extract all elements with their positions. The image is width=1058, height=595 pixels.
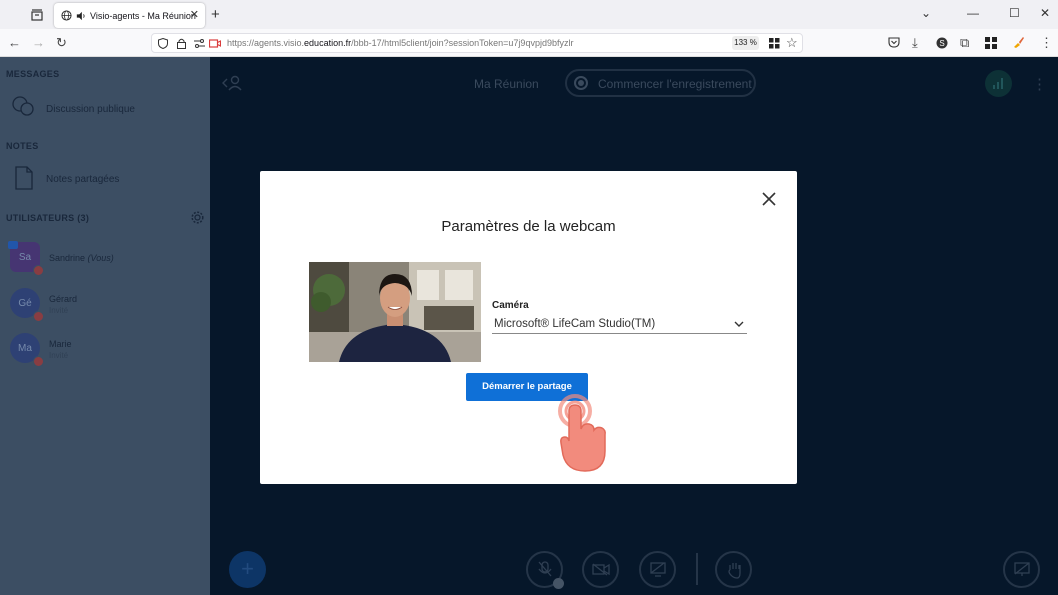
permissions-icon[interactable] [194, 39, 205, 48]
camera-label: Caméra [492, 300, 529, 311]
shield-icon[interactable] [158, 38, 168, 49]
tab-list-icon[interactable] [27, 5, 47, 25]
menu-icon[interactable]: ⋮ [1040, 35, 1053, 51]
globe-icon [61, 10, 72, 21]
browser-tab-bar: Visio-agents - Ma Réunion ✕ + ⌄ — ☐ ✕ [0, 0, 1058, 29]
svg-text:S: S [939, 39, 944, 48]
camera-sharing-icon[interactable] [209, 38, 221, 49]
webcam-preview [309, 262, 481, 362]
chevron-down-icon [734, 321, 744, 327]
webcam-settings-modal: Paramètres de la webcam Caméra Microsoft… [260, 171, 797, 484]
tab-close-icon[interactable]: ✕ [190, 8, 199, 21]
grid-extension-icon[interactable] [985, 37, 997, 49]
url-text[interactable]: https://agents.visio.education.fr/bbb-17… [227, 38, 573, 48]
close-icon[interactable] [760, 190, 778, 208]
speaker-icon[interactable] [76, 11, 86, 21]
lock-icon[interactable] [177, 38, 186, 49]
tab-overflow-chevron-icon[interactable]: ⌄ [921, 6, 931, 20]
brush-extension-icon[interactable] [1012, 36, 1025, 49]
extensions-grid-icon[interactable] [769, 38, 780, 49]
webcam-preview-image [309, 262, 481, 362]
reload-icon[interactable]: ↻ [56, 35, 67, 51]
tab-title: Visio-agents - Ma Réunion [90, 10, 196, 21]
forward-icon[interactable]: → [32, 35, 45, 51]
url-bar[interactable]: https://agents.visio.education.fr/bbb-17… [151, 33, 803, 53]
zoom-level-badge[interactable]: 133 % [732, 36, 759, 50]
browser-tab[interactable]: Visio-agents - Ma Réunion ✕ [54, 3, 205, 28]
modal-title: Paramètres de la webcam [441, 218, 616, 235]
pocket-icon[interactable] [888, 37, 900, 48]
camera-select-value: Microsoft® LifeCam Studio(TM) [494, 318, 656, 330]
extension-s-icon[interactable]: S [936, 37, 948, 49]
maximize-icon[interactable]: ☐ [1009, 6, 1020, 20]
puzzle-extensions-icon[interactable]: ⧉ [960, 35, 969, 51]
new-tab-icon[interactable]: + [211, 6, 220, 23]
back-icon[interactable]: ← [8, 35, 21, 51]
camera-select[interactable]: Microsoft® LifeCam Studio(TM) [492, 316, 747, 334]
pointing-hand-cursor-icon [558, 394, 606, 472]
downloads-icon[interactable]: ⤓ [912, 35, 918, 51]
bookmark-star-icon[interactable]: ☆ [786, 35, 798, 51]
browser-nav-bar: ← → ↻ https://agents.visio.education.fr/… [0, 29, 1058, 57]
minimize-icon[interactable]: — [967, 6, 979, 20]
window-close-icon[interactable]: ✕ [1040, 6, 1050, 20]
